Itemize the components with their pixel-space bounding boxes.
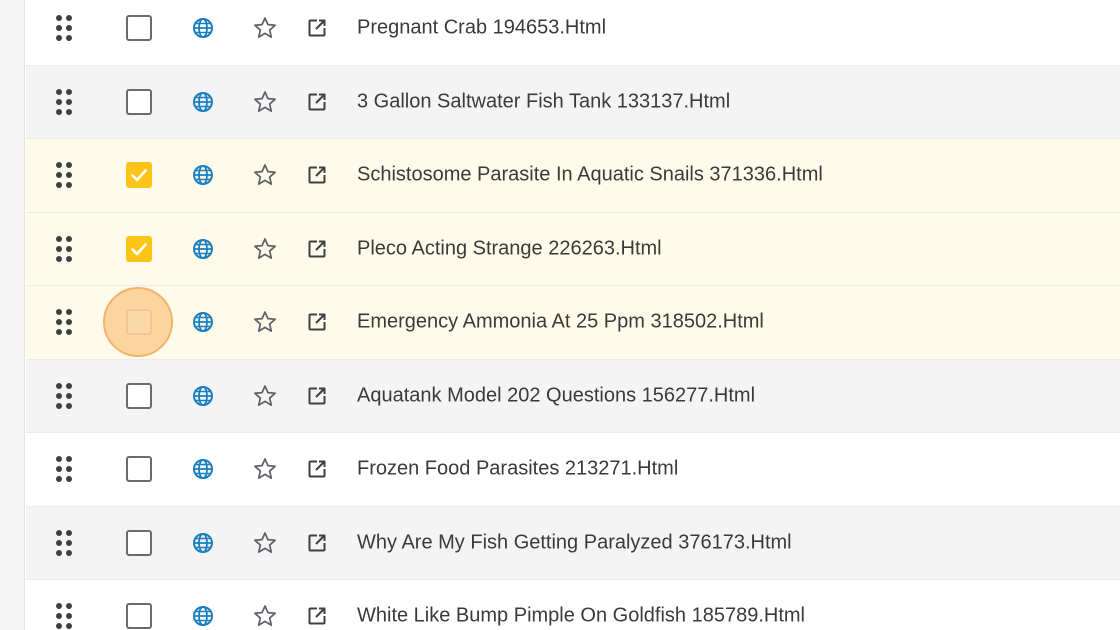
row-checkbox[interactable] bbox=[126, 382, 152, 409]
list-item[interactable]: Emergency Ammonia At 25 Ppm 318502.Html bbox=[26, 286, 1120, 360]
globe-icon bbox=[193, 18, 213, 39]
left-rail bbox=[0, 0, 25, 630]
bookmark-title[interactable]: Aquatank Model 202 Questions 156277.Html bbox=[357, 384, 755, 407]
row-checkbox[interactable] bbox=[126, 162, 152, 189]
star-icon[interactable] bbox=[252, 309, 278, 335]
bookmark-title[interactable]: Pregnant Crab 194653.Html bbox=[357, 17, 606, 40]
star-icon[interactable] bbox=[252, 530, 278, 556]
globe-icon bbox=[193, 385, 213, 406]
drag-handle-icon[interactable] bbox=[56, 603, 72, 630]
bookmark-title[interactable]: White Like Bump Pimple On Goldfish 18578… bbox=[357, 605, 805, 628]
list-item[interactable]: Pleco Acting Strange 226263.Html bbox=[26, 212, 1120, 286]
open-external-icon[interactable] bbox=[307, 239, 327, 259]
bookmark-title[interactable]: Schistosome Parasite In Aquatic Snails 3… bbox=[357, 164, 823, 187]
list-item[interactable]: 3 Gallon Saltwater Fish Tank 133137.Html bbox=[26, 65, 1120, 139]
row-checkbox[interactable] bbox=[126, 309, 152, 336]
bookmark-title[interactable]: Frozen Food Parasites 213271.Html bbox=[357, 458, 678, 481]
globe-icon bbox=[193, 459, 213, 480]
list-item[interactable]: Why Are My Fish Getting Paralyzed 376173… bbox=[26, 506, 1120, 580]
star-icon[interactable] bbox=[252, 162, 278, 188]
open-external-icon[interactable] bbox=[307, 92, 327, 112]
star-icon[interactable] bbox=[252, 603, 278, 629]
open-external-icon[interactable] bbox=[307, 459, 327, 479]
drag-handle-icon[interactable] bbox=[56, 456, 72, 483]
open-external-icon[interactable] bbox=[307, 386, 327, 406]
list-item[interactable]: Aquatank Model 202 Questions 156277.Html bbox=[26, 359, 1120, 433]
check-icon bbox=[131, 169, 147, 182]
drag-handle-icon[interactable] bbox=[56, 382, 72, 409]
row-checkbox[interactable] bbox=[126, 603, 152, 630]
list-item[interactable]: White Like Bump Pimple On Goldfish 18578… bbox=[26, 580, 1120, 630]
star-icon[interactable] bbox=[252, 383, 278, 409]
drag-handle-icon[interactable] bbox=[56, 529, 72, 556]
open-external-icon[interactable] bbox=[307, 165, 327, 185]
bookmark-title[interactable]: 3 Gallon Saltwater Fish Tank 133137.Html bbox=[357, 90, 730, 113]
list-item[interactable]: Schistosome Parasite In Aquatic Snails 3… bbox=[26, 139, 1120, 213]
row-checkbox[interactable] bbox=[126, 88, 152, 115]
row-checkbox[interactable] bbox=[126, 235, 152, 262]
star-icon[interactable] bbox=[252, 456, 278, 482]
bookmark-title[interactable]: Emergency Ammonia At 25 Ppm 318502.Html bbox=[357, 311, 764, 334]
star-icon[interactable] bbox=[252, 15, 278, 41]
drag-handle-icon[interactable] bbox=[56, 88, 72, 115]
bookmark-title[interactable]: Pleco Acting Strange 226263.Html bbox=[357, 237, 662, 260]
list-item[interactable]: Pregnant Crab 194653.Html bbox=[26, 0, 1120, 66]
row-checkbox[interactable] bbox=[126, 456, 152, 483]
list-item[interactable]: Frozen Food Parasites 213271.Html bbox=[26, 433, 1120, 507]
globe-icon bbox=[193, 606, 213, 627]
globe-icon bbox=[193, 238, 213, 259]
drag-handle-icon[interactable] bbox=[56, 235, 72, 262]
drag-handle-icon[interactable] bbox=[56, 309, 72, 336]
check-icon bbox=[131, 242, 147, 256]
open-external-icon[interactable] bbox=[307, 18, 327, 38]
open-external-icon[interactable] bbox=[307, 312, 327, 332]
drag-handle-icon[interactable] bbox=[56, 162, 72, 189]
globe-icon bbox=[193, 165, 213, 186]
open-external-icon[interactable] bbox=[307, 606, 327, 626]
bookmark-title[interactable]: Why Are My Fish Getting Paralyzed 376173… bbox=[357, 531, 792, 554]
star-icon[interactable] bbox=[252, 89, 278, 115]
globe-icon bbox=[193, 312, 213, 333]
row-checkbox[interactable] bbox=[126, 529, 152, 556]
bookmark-list-page: Pregnant Crab 194653.Html 3 Gallon Saltw… bbox=[0, 0, 1120, 630]
row-checkbox[interactable] bbox=[126, 15, 152, 42]
globe-icon bbox=[193, 91, 213, 112]
drag-handle-icon[interactable] bbox=[56, 15, 72, 42]
star-icon[interactable] bbox=[252, 236, 278, 262]
bookmark-list: Pregnant Crab 194653.Html 3 Gallon Saltw… bbox=[26, 0, 1120, 630]
globe-icon bbox=[193, 532, 213, 553]
open-external-icon[interactable] bbox=[307, 533, 327, 553]
